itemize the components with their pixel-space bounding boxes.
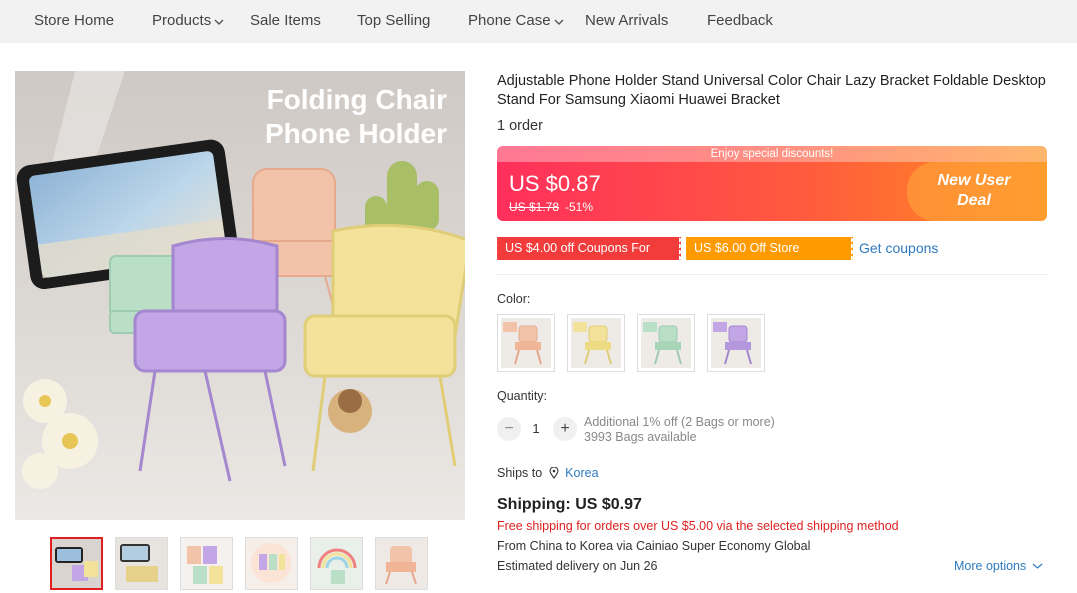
free-shipping-note: Free shipping for orders over US $5.00 v… bbox=[497, 519, 899, 533]
coupon-for-you[interactable]: US $4.00 off Coupons For You bbox=[495, 237, 683, 278]
nav-products-label: Products bbox=[152, 12, 212, 29]
thumbnail-3[interactable] bbox=[180, 537, 233, 590]
nav-feedback[interactable]: Feedback bbox=[707, 12, 773, 29]
thumbnail-image bbox=[376, 538, 427, 589]
color-label: Color: bbox=[497, 292, 531, 306]
quantity-increase-button[interactable]: + bbox=[553, 417, 577, 441]
main-image-caption-line-2: Phone Holder bbox=[265, 118, 447, 149]
nav-sale-items[interactable]: Sale Items bbox=[250, 12, 321, 29]
discount-banner: Enjoy special discounts! bbox=[497, 146, 1047, 162]
quantity-decrease-button[interactable]: − bbox=[497, 417, 521, 441]
thumbnail-2[interactable] bbox=[115, 537, 168, 590]
swatch-image bbox=[501, 318, 551, 368]
nav-feedback-label: Feedback bbox=[707, 12, 773, 29]
chevron-down-icon bbox=[214, 19, 224, 25]
nav-new-arrivals-label: New Arrivals bbox=[585, 12, 669, 29]
nav-store-home-label: Store Home bbox=[34, 12, 115, 29]
discount-percent: -51% bbox=[565, 200, 594, 214]
nav-new-arrivals[interactable]: New Arrivals bbox=[585, 12, 668, 29]
chevron-down-icon bbox=[1032, 563, 1043, 569]
get-coupons-link[interactable]: Get coupons bbox=[859, 240, 938, 256]
deal-line-2: Deal bbox=[957, 192, 991, 209]
shipping-route: From China to Korea via Cainiao Super Ec… bbox=[497, 539, 811, 553]
thumbnail-image bbox=[311, 538, 362, 589]
store-coupon[interactable]: US $6.00 Off Store Coupon bbox=[684, 237, 855, 278]
nav-sale-items-label: Sale Items bbox=[250, 12, 321, 29]
thumbnail-image bbox=[181, 538, 232, 589]
nav-products[interactable]: Products bbox=[152, 12, 224, 29]
nav-top-selling-label: Top Selling bbox=[357, 12, 431, 29]
swatch-image bbox=[641, 318, 691, 368]
stock-available: 3993 Bags available bbox=[584, 430, 697, 444]
thumbnail-image bbox=[116, 538, 167, 589]
main-image-caption-line-1: Folding Chair bbox=[267, 84, 448, 115]
swatch-image bbox=[571, 318, 621, 368]
thumbnail-5[interactable] bbox=[310, 537, 363, 590]
store-nav-bar: Store Home Products Sale Items Top Selli… bbox=[0, 0, 1077, 43]
current-price: US $0.87 bbox=[509, 171, 601, 196]
thumbnail-4[interactable] bbox=[245, 537, 298, 590]
product-title: Adjustable Phone Holder Stand Universal … bbox=[497, 73, 1046, 108]
ships-to-label: Ships to bbox=[497, 466, 543, 480]
nav-phone-case[interactable]: Phone Case bbox=[468, 12, 564, 29]
thumbnail-image bbox=[246, 538, 297, 589]
ships-to-row: Ships to Korea bbox=[497, 466, 599, 480]
quantity-label: Quantity: bbox=[497, 389, 548, 403]
estimated-delivery: Estimated delivery on Jun 26 bbox=[497, 559, 658, 573]
thumbnail-6[interactable] bbox=[375, 537, 428, 590]
chevron-down-icon bbox=[554, 19, 564, 25]
thumbnail-1[interactable] bbox=[50, 537, 103, 590]
product-photo: Folding Chair Phone Holder bbox=[15, 71, 465, 520]
swatch-image bbox=[711, 318, 761, 368]
price-panel: Enjoy special discounts! US $0.87 US $1.… bbox=[497, 146, 1047, 221]
location-pin-icon bbox=[549, 467, 559, 479]
color-swatch-green[interactable] bbox=[637, 314, 695, 372]
more-options-button[interactable]: More options bbox=[954, 559, 1043, 573]
shipping-cost: Shipping: US $0.97 bbox=[497, 496, 642, 513]
original-price: US $1.78 bbox=[509, 200, 560, 214]
color-swatch-yellow[interactable] bbox=[567, 314, 625, 372]
divider bbox=[497, 274, 1047, 275]
nav-top-selling[interactable]: Top Selling bbox=[357, 12, 430, 29]
color-swatch-purple[interactable] bbox=[707, 314, 765, 372]
ship-destination-link[interactable]: Korea bbox=[565, 466, 598, 480]
order-count: 1 order bbox=[497, 118, 543, 134]
nav-store-home[interactable]: Store Home bbox=[34, 12, 114, 29]
nav-phone-case-label: Phone Case bbox=[468, 12, 551, 29]
bulk-discount-note: Additional 1% off (2 Bags or more) bbox=[584, 415, 775, 429]
deal-line-1: New User bbox=[937, 172, 1011, 189]
more-options-label: More options bbox=[954, 559, 1027, 573]
main-product-image[interactable]: Folding Chair Phone Holder bbox=[15, 71, 465, 520]
color-swatch-pink[interactable] bbox=[497, 314, 555, 372]
thumbnail-image bbox=[52, 539, 101, 588]
new-user-deal-text: New User Deal bbox=[919, 171, 1029, 211]
quantity-value[interactable]: 1 bbox=[526, 421, 546, 436]
